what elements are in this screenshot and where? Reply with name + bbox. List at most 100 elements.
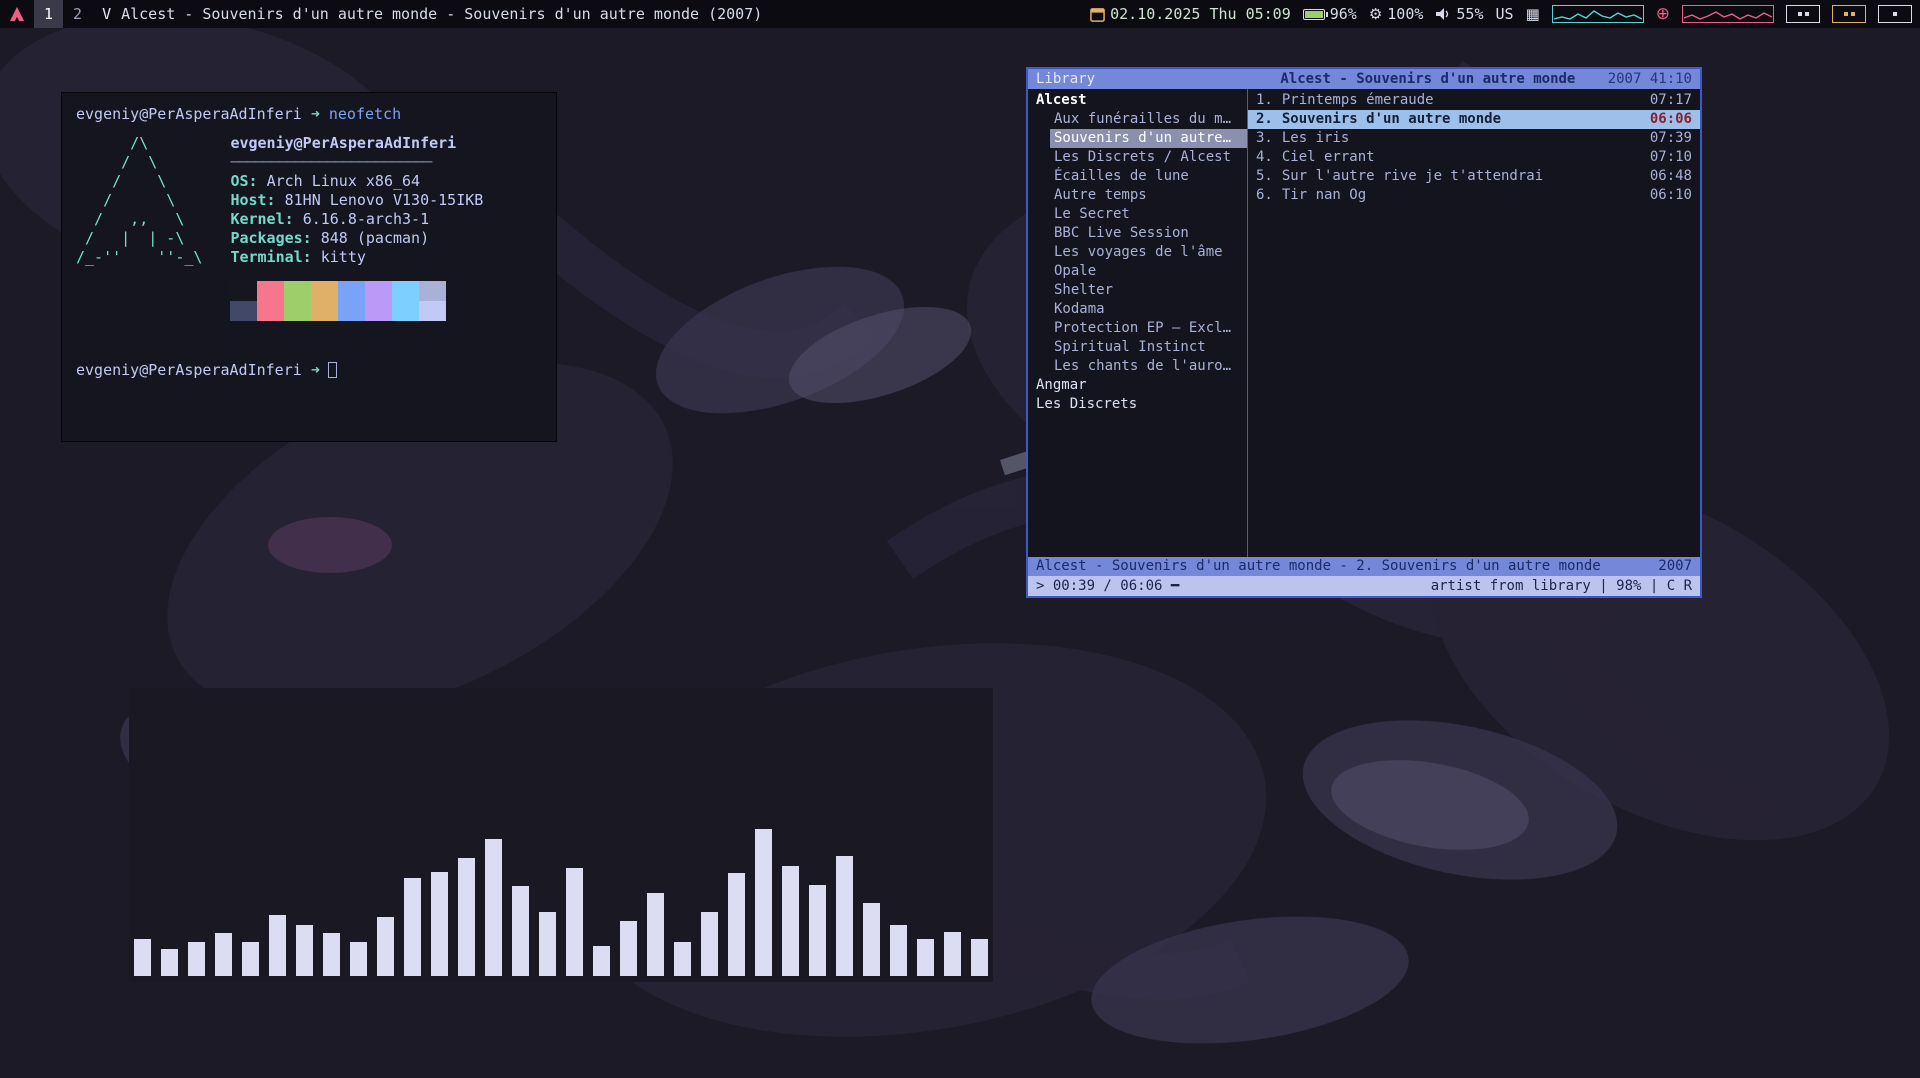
- library-item[interactable]: Shelter: [1028, 281, 1247, 300]
- crosshair-icon: ⊕: [1655, 4, 1670, 24]
- prompt-user: evgeniy@PerAsperaAdInferi: [76, 361, 302, 379]
- library-item[interactable]: Kodama: [1028, 300, 1247, 319]
- visualizer-bar: [458, 858, 475, 976]
- arch-logo-icon: [0, 5, 34, 23]
- neofetch-title: evgeniy@PerAsperaAdInferi: [230, 134, 457, 152]
- keyboard-layout-widget[interactable]: US: [1496, 5, 1514, 23]
- gear-icon: ⚙: [1368, 5, 1383, 23]
- neofetch-ascii-logo: /\ / \ / \ / \ / ,, \ / | | -\ /_-'' ''-…: [76, 134, 203, 266]
- cpu-graph-widget: [1682, 5, 1774, 23]
- audio-visualizer-window[interactable]: [129, 688, 993, 982]
- track-number: 3.: [1256, 130, 1273, 146]
- library-item[interactable]: Autre temps: [1028, 186, 1247, 205]
- now-playing-text: Alcest - Souvenirs d'un autre monde - 2.…: [1036, 558, 1601, 574]
- terminal-color-palette: [230, 281, 483, 321]
- visualizer-bar: [134, 939, 151, 976]
- visualizer-bar: [215, 933, 232, 976]
- track-row[interactable]: 2. Souvenirs d'un autre monde 06:06: [1248, 110, 1700, 129]
- palette-swatch: [284, 301, 312, 321]
- progress-bar[interactable]: > 00:39 / 06:06 ━ artist from library | …: [1028, 576, 1700, 596]
- workspace-button[interactable]: 2: [63, 0, 92, 28]
- visualizer-bar: [674, 942, 691, 976]
- track-number: 5.: [1256, 168, 1273, 184]
- visualizer-bar: [269, 915, 286, 976]
- palette-swatch: [257, 281, 285, 301]
- visualizer-bar: [404, 878, 421, 976]
- now-playing-bar: Alcest - Souvenirs d'un autre monde - 2.…: [1028, 557, 1700, 576]
- track-row[interactable]: 4. Ciel errant 07:10: [1248, 148, 1700, 167]
- track-title: Sur l'autre rive je t'attendrai: [1281, 168, 1544, 184]
- library-item[interactable]: BBC Live Session: [1028, 224, 1247, 243]
- visualizer-bar: [620, 921, 637, 976]
- music-player-window[interactable]: Library Alcest - Souvenirs d'un autre mo…: [1026, 67, 1702, 598]
- track-number: 2.: [1256, 111, 1273, 127]
- player-flags-text: artist from library | 98% | C R: [1430, 577, 1692, 594]
- visualizer-bar: [539, 912, 556, 976]
- album-header-title: Alcest - Souvenirs d'un autre monde: [1280, 70, 1576, 87]
- terminal-cursor: [327, 362, 337, 378]
- visualizer-bar: [944, 932, 961, 976]
- album-year-duration: 2007 41:10: [1607, 70, 1692, 87]
- library-item[interactable]: Les Discrets: [1028, 395, 1247, 414]
- visualizer-bar: [782, 866, 799, 976]
- visualizer-bar: [512, 886, 529, 976]
- calendar-icon: [1090, 7, 1105, 22]
- command-text: neofetch: [328, 105, 402, 123]
- track-row[interactable]: 1. Printemps émeraude 07:17: [1248, 91, 1700, 110]
- now-playing-year: 2007: [1658, 558, 1692, 574]
- workspace-button[interactable]: 1: [34, 0, 64, 28]
- visualizer-bar: [593, 946, 610, 976]
- library-item[interactable]: Alcest: [1028, 91, 1247, 110]
- library-item[interactable]: Spiritual Instinct: [1028, 338, 1247, 357]
- visualizer-bar: [836, 856, 853, 976]
- palette-swatch: [392, 301, 420, 321]
- palette-swatch: [392, 281, 420, 301]
- datetime-text: 02.10.2025 Thu 05:09: [1110, 5, 1291, 23]
- track-row[interactable]: 3. Les iris 07:39: [1248, 129, 1700, 148]
- library-item[interactable]: Angmar: [1028, 376, 1247, 395]
- clock-widget[interactable]: 02.10.2025 Thu 05:09: [1090, 5, 1291, 23]
- library-item[interactable]: Les chants de l'auro…: [1028, 357, 1247, 376]
- palette-swatch: [338, 281, 366, 301]
- visualizer-bar: [647, 893, 664, 976]
- pane-title-library: Library: [1036, 70, 1096, 87]
- track-row[interactable]: 6. Tir nan Og 06:10: [1248, 186, 1700, 205]
- neofetch-field: OS: Arch Linux x86_64: [230, 172, 421, 190]
- track-number: 1.: [1256, 92, 1273, 108]
- palette-swatch: [419, 281, 447, 301]
- volume-widget[interactable]: 55%: [1435, 5, 1484, 23]
- tray-widget-2: [1832, 5, 1866, 23]
- layout-indicator: V: [102, 5, 112, 23]
- visualizer-bar: [161, 949, 178, 976]
- prompt-arrow-icon: ➜: [310, 361, 320, 379]
- library-item[interactable]: Souvenirs d'un autre…: [1050, 129, 1247, 148]
- prompt-line-input[interactable]: evgeniy@PerAsperaAdInferi ➜: [76, 361, 542, 380]
- palette-swatch: [365, 281, 393, 301]
- track-number: 4.: [1256, 149, 1273, 165]
- neofetch-info: evgeniy@PerAsperaAdInferi ──────────────…: [230, 134, 483, 321]
- library-item[interactable]: Aux funérailles du m…: [1028, 110, 1247, 129]
- track-duration: 06:06: [1649, 111, 1692, 127]
- battery-widget: 96%: [1302, 5, 1357, 23]
- visualizer-bar: [728, 873, 745, 976]
- prompt-arrow-icon: ➜: [310, 105, 320, 123]
- visualizer-bar: [755, 829, 772, 976]
- visualizer-bar: [917, 939, 934, 976]
- palette-swatch: [365, 301, 393, 321]
- neofetch-fields: OS: Arch Linux x86_64 Host: 81HN Lenovo …: [230, 172, 483, 267]
- palette-swatch: [419, 301, 447, 321]
- palette-swatch: [338, 301, 366, 321]
- keyboard-layout-text: US: [1495, 5, 1514, 23]
- library-item[interactable]: Les Discrets / Alcest: [1028, 148, 1247, 167]
- terminal-window[interactable]: evgeniy@PerAsperaAdInferi ➜ neofetch /\ …: [61, 92, 557, 442]
- library-item[interactable]: Les voyages de l'âme: [1028, 243, 1247, 262]
- track-number: 6.: [1256, 187, 1273, 203]
- library-item[interactable]: Écailles de lune: [1028, 167, 1247, 186]
- battery-icon: [1302, 8, 1328, 20]
- library-item[interactable]: Protection EP – Excl…: [1028, 319, 1247, 338]
- library-item[interactable]: Opale: [1028, 262, 1247, 281]
- gear-percent: 100%: [1387, 5, 1424, 23]
- visualizer-bar: [863, 903, 880, 976]
- track-row[interactable]: 5. Sur l'autre rive je t'attendrai 06:48: [1248, 167, 1700, 186]
- library-item[interactable]: Le Secret: [1028, 205, 1247, 224]
